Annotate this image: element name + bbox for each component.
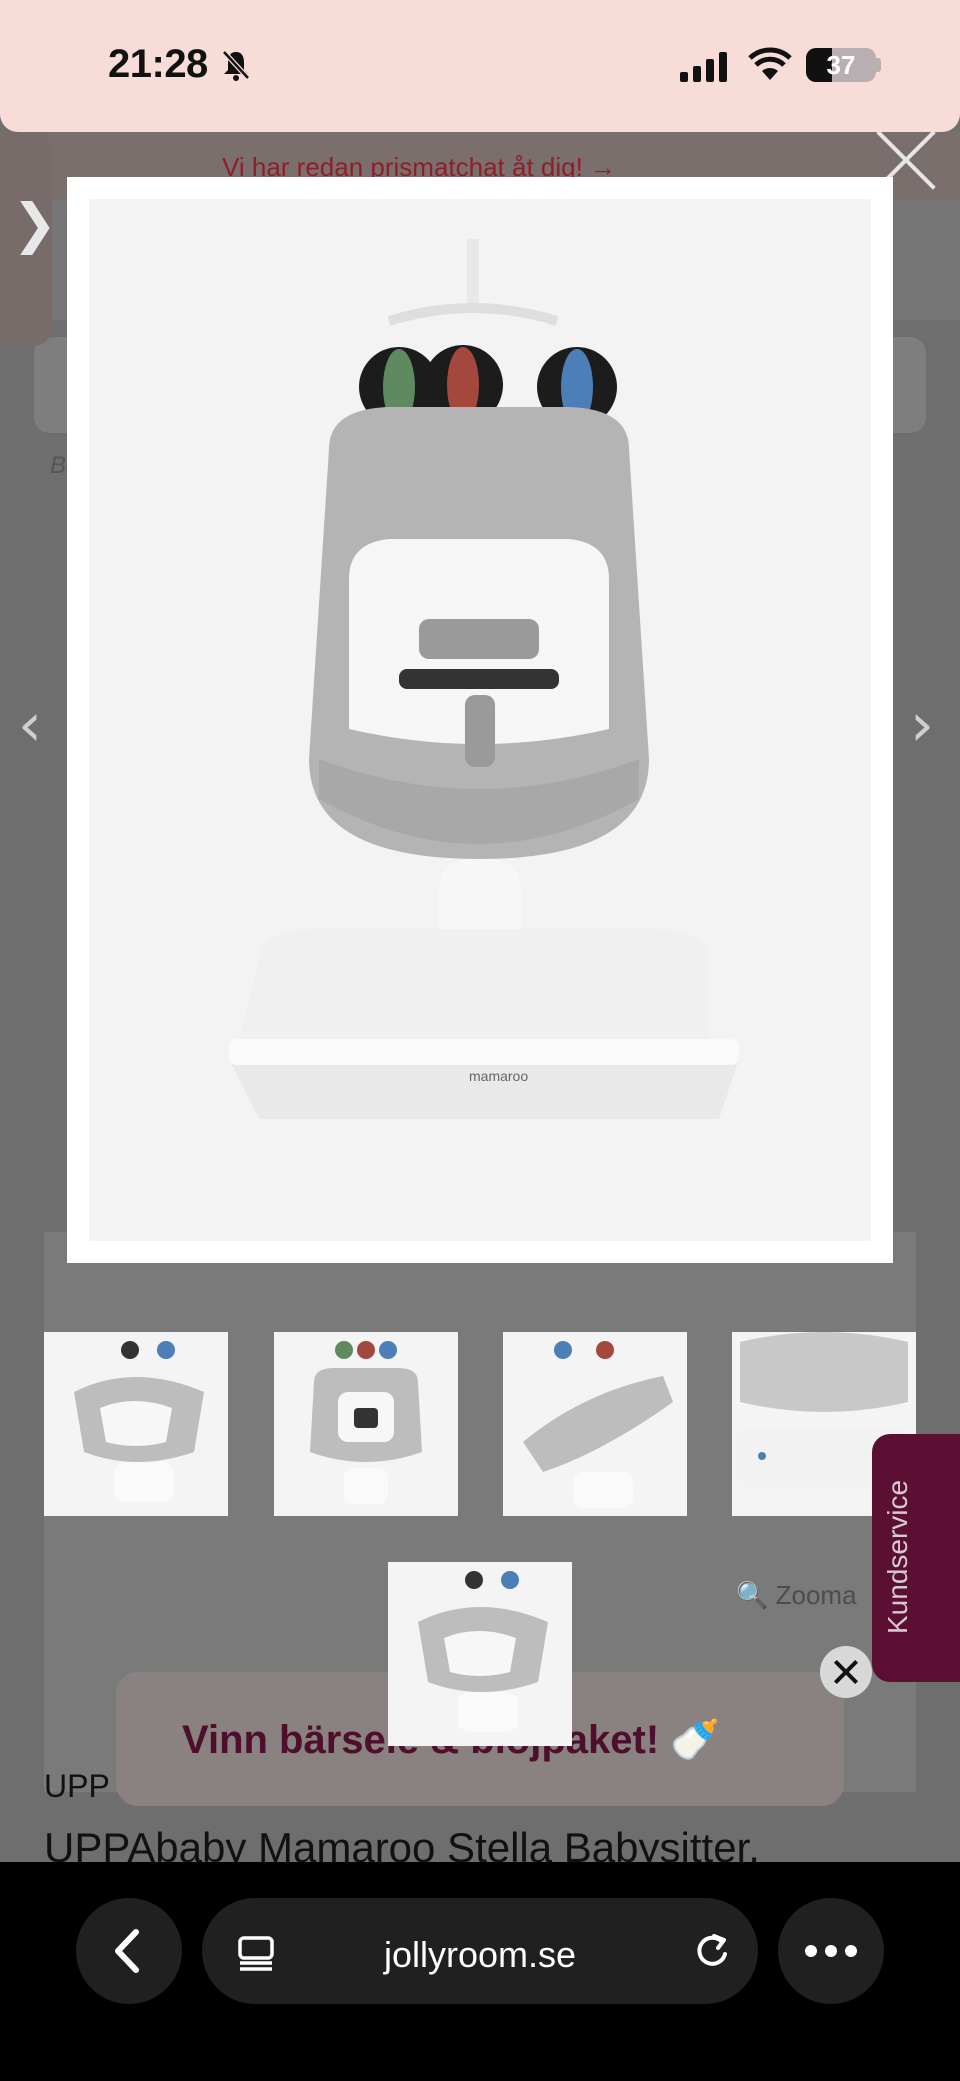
- status-time: 21:28: [108, 42, 208, 86]
- side-drawer-tab[interactable]: ❯: [0, 132, 57, 346]
- gallery-next-button[interactable]: ›: [910, 690, 934, 760]
- thumbnail-3[interactable]: [503, 1332, 687, 1516]
- status-bar: 21:28 37: [0, 0, 960, 132]
- chevron-left-icon: [115, 1929, 139, 1973]
- base-brand-label: mamaroo: [469, 1068, 528, 1084]
- url-text: jollyroom.se: [383, 1934, 577, 1975]
- wifi-icon: [748, 47, 792, 80]
- cellular-signal-icon: [680, 52, 727, 82]
- thumbnail-1[interactable]: [44, 1332, 228, 1516]
- chevron-right-icon: ❯: [12, 194, 58, 254]
- promo-close-button[interactable]: [820, 1646, 872, 1698]
- battery-level: 37: [826, 50, 856, 80]
- address-bar[interactable]: jollyroom.se: [202, 1898, 758, 2004]
- ellipsis-icon: [805, 1945, 857, 1957]
- zoom-label: Zooma: [775, 1580, 857, 1610]
- breadcrumb: B: [50, 452, 67, 479]
- battery-icon: 37: [806, 48, 876, 82]
- zoom-hint: 🔍 Zooma: [736, 1580, 857, 1610]
- bell-muted-icon: [222, 50, 250, 81]
- baby-swing-illustration: mamaroo: [229, 239, 739, 1119]
- main-product-image[interactable]: mamaroo: [67, 177, 893, 1263]
- brand-name: UPP: [44, 1768, 110, 1804]
- more-options-button[interactable]: [778, 1898, 884, 2004]
- thumbnail-2[interactable]: [274, 1332, 458, 1516]
- customer-service-label: Kundservice: [882, 1479, 913, 1634]
- back-button[interactable]: [76, 1898, 182, 2004]
- customer-service-tab[interactable]: Kundservice: [872, 1434, 960, 1682]
- reload-icon[interactable]: [692, 1930, 732, 1970]
- gallery-prev-button[interactable]: ‹: [18, 690, 42, 760]
- thumbnail-5-overlay[interactable]: [388, 1562, 572, 1746]
